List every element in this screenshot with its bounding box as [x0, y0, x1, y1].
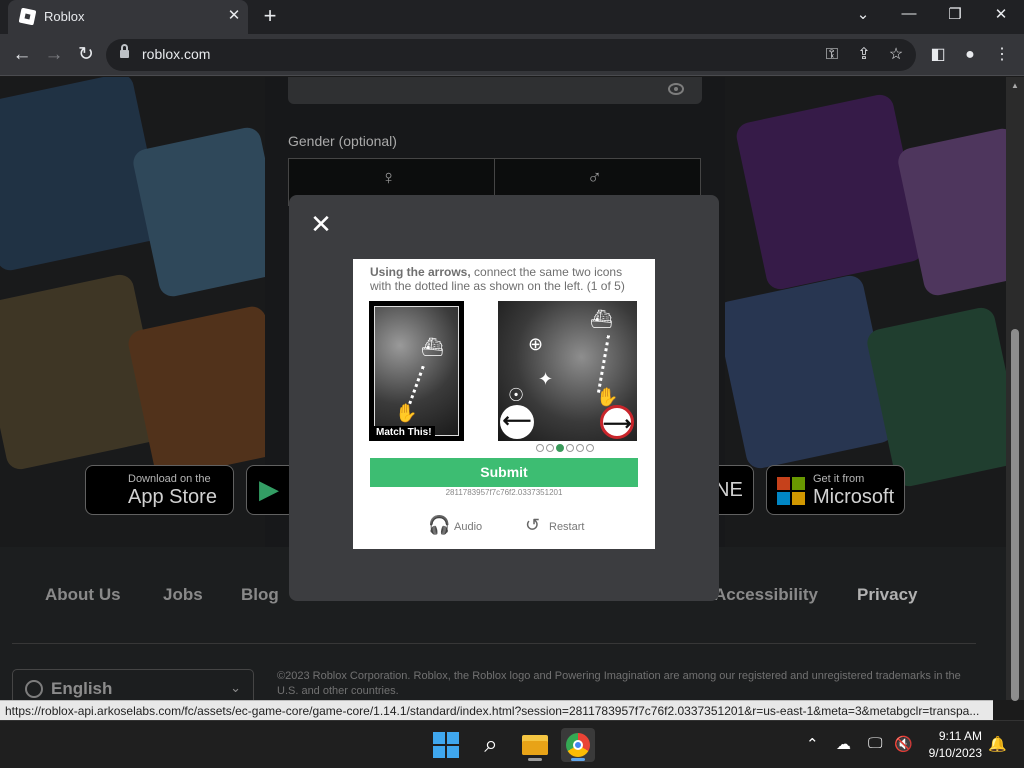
- session-id: 2811783957f7c76f2.0337351201: [445, 488, 563, 497]
- tab-close-icon[interactable]: ✕: [224, 6, 244, 24]
- restore-button[interactable]: ❐: [943, 5, 967, 23]
- address-bar[interactable]: roblox.com ⚿ ⇪ ☆: [106, 39, 916, 71]
- tab-title: Roblox: [44, 9, 85, 24]
- right-arrow-button[interactable]: ⟶: [600, 405, 634, 439]
- tray-chevron-up-icon[interactable]: ⌃: [806, 735, 819, 753]
- key-icon[interactable]: ⚿: [820, 43, 844, 67]
- restart-button[interactable]: Restart: [549, 521, 584, 533]
- side-panel-icon[interactable]: ◧: [926, 43, 950, 67]
- profile-icon[interactable]: ●: [958, 43, 982, 67]
- status-url-bubble: https://roblox-api.arkoselabs.com/fc/ass…: [0, 700, 993, 720]
- instruction-bold: Using the arrows,: [370, 265, 471, 279]
- progress-dot: [576, 444, 584, 452]
- kebab-menu-icon[interactable]: ⋮: [990, 43, 1014, 67]
- submit-button[interactable]: Submit: [370, 458, 638, 487]
- windows-logo-icon: [433, 732, 459, 758]
- progress-dot: [566, 444, 574, 452]
- clock-date[interactable]: 9/10/2023: [918, 746, 982, 760]
- share-icon[interactable]: ⇪: [852, 43, 876, 67]
- volume-muted-icon[interactable]: 🔇: [894, 735, 913, 753]
- onedrive-cloud-icon[interactable]: ☁: [836, 735, 851, 753]
- compass-icon: ☉: [508, 385, 525, 405]
- file-explorer-icon[interactable]: [518, 728, 552, 762]
- scroll-thumb[interactable]: [1011, 329, 1019, 701]
- propeller-icon: ⊕: [528, 334, 544, 354]
- puzzle-image: ⛴ ⊕ ✦ ☉ ✋ ⟵ ⟶: [498, 301, 637, 441]
- page-content: Gender (optional) ♀ ♂ Download on the Ap…: [0, 77, 1006, 700]
- progress-dot: [546, 444, 554, 452]
- progress-dot: [536, 444, 544, 452]
- reference-image: ⛴ ✋ Match This!: [369, 301, 464, 441]
- start-button[interactable]: [429, 728, 463, 762]
- chrome-icon[interactable]: [561, 728, 595, 762]
- tab-search-chevron-down-icon[interactable]: ⌄: [851, 5, 875, 23]
- windows-taskbar: ⌕ ⌃ ☁ 🖵 🔇 9:11 AM 9/10/2023 🔔: [0, 720, 1024, 768]
- url-text[interactable]: roblox.com: [142, 46, 210, 62]
- close-window-button[interactable]: ✕: [989, 5, 1013, 23]
- ship-icon: ⛴: [421, 337, 444, 357]
- clock-time[interactable]: 9:11 AM: [930, 729, 982, 743]
- captcha-modal: ✕ Using the arrows, connect the same two…: [289, 195, 719, 601]
- browser-toolbar: ← → ↻ roblox.com ⚿ ⇪ ☆ ◧ ● ⋮: [0, 34, 1024, 76]
- notification-bell-icon[interactable]: 🔔: [988, 735, 1007, 753]
- bookmark-star-icon[interactable]: ☆: [884, 43, 908, 67]
- captcha-instruction: Using the arrows, connect the same two i…: [370, 265, 642, 293]
- network-icon[interactable]: 🖵: [868, 735, 882, 752]
- roblox-favicon-icon: [18, 7, 37, 26]
- close-icon[interactable]: ✕: [307, 210, 335, 238]
- page-scrollbar[interactable]: ▲: [1006, 77, 1024, 701]
- dotted-line: [596, 335, 611, 393]
- restart-icon[interactable]: ↺: [525, 515, 540, 536]
- reload-icon[interactable]: ↻: [74, 43, 98, 67]
- forward-arrow-icon[interactable]: →: [42, 43, 66, 67]
- lock-icon[interactable]: [120, 44, 129, 60]
- left-arrow-button[interactable]: ⟵: [500, 405, 534, 439]
- scroll-up-icon[interactable]: ▲: [1011, 81, 1019, 90]
- hand-icon: ✋: [395, 403, 418, 423]
- browser-tab-bar: Roblox ✕ + ⌄ — ❐ ✕: [0, 0, 1024, 34]
- progress-dot-active: [556, 444, 564, 452]
- back-arrow-icon[interactable]: ←: [10, 43, 34, 67]
- audio-button[interactable]: Audio: [454, 521, 482, 533]
- dotted-line: [408, 365, 425, 405]
- headphones-icon[interactable]: 🎧: [428, 515, 450, 536]
- captcha-frame: Using the arrows, connect the same two i…: [353, 259, 655, 549]
- ship-icon: ⛴: [590, 309, 613, 329]
- animal-icon: ✦: [538, 369, 554, 389]
- new-tab-button[interactable]: +: [258, 3, 282, 29]
- minimize-button[interactable]: —: [897, 5, 921, 22]
- progress-dot: [586, 444, 594, 452]
- match-this-label: Match This!: [373, 426, 435, 439]
- search-icon[interactable]: ⌕: [474, 728, 508, 762]
- browser-tab-roblox[interactable]: Roblox ✕: [8, 0, 248, 34]
